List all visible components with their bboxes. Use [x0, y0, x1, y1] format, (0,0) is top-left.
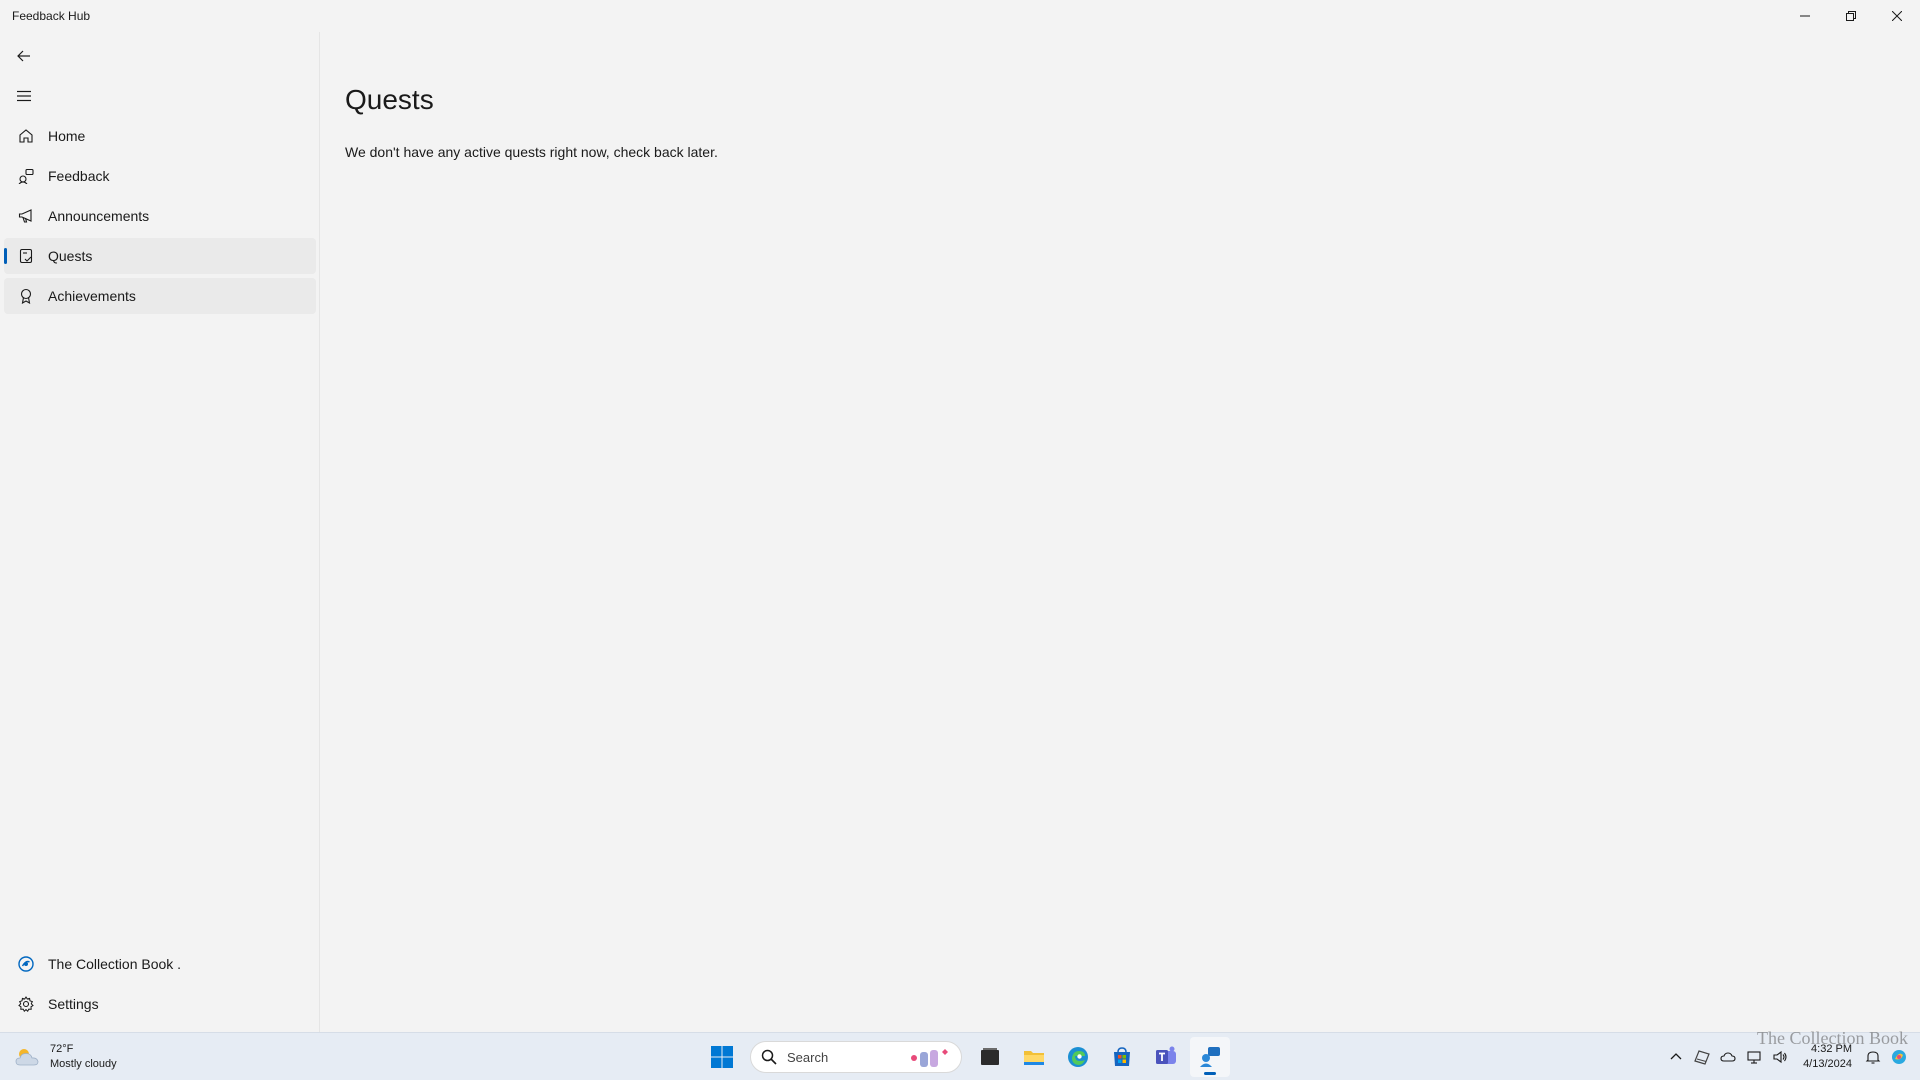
weather-condition: Mostly cloudy [50, 1058, 117, 1070]
sidebar: Home Feedback Announcements Quests Achie… [0, 32, 320, 1032]
book-icon [1694, 1050, 1710, 1065]
sidebar-item-label: Announcements [48, 208, 150, 224]
edge-browser-icon [1068, 1047, 1088, 1067]
window-controls [1782, 0, 1920, 32]
cloud-icon [1720, 1052, 1736, 1062]
account-icon [18, 956, 34, 972]
search-icon [761, 1049, 777, 1065]
menu-button[interactable] [6, 78, 42, 114]
title-bar: Feedback Hub [0, 0, 1920, 32]
show-hidden-icons-button[interactable] [1664, 1045, 1688, 1069]
restore-button[interactable] [1828, 0, 1874, 32]
copilot-icon [1892, 1050, 1906, 1064]
sidebar-item-quests[interactable]: Quests [4, 238, 316, 274]
windows-logo-icon [711, 1046, 733, 1068]
sidebar-item-feedback[interactable]: Feedback [4, 158, 316, 194]
home-icon [18, 128, 34, 144]
taskbar-app-feedback-hub[interactable] [1190, 1037, 1230, 1077]
app-title: Feedback Hub [12, 9, 91, 23]
sidebar-item-label: Settings [48, 996, 99, 1012]
sidebar-item-settings[interactable]: Settings [4, 986, 316, 1022]
taskbar-search[interactable]: Search [750, 1041, 962, 1073]
chevron-up-icon [1670, 1053, 1682, 1060]
taskbar-app-task-view[interactable] [970, 1037, 1010, 1077]
page-title: Quests [345, 84, 434, 115]
sidebar-item-achievements[interactable]: Achievements [4, 278, 316, 314]
feedback-icon [18, 168, 34, 184]
tray-onedrive[interactable] [1716, 1045, 1740, 1069]
start-button[interactable] [702, 1037, 742, 1077]
sidebar-item-label: The Collection Book . [48, 956, 182, 972]
search-highlight-icon [911, 1049, 948, 1067]
minimize-button[interactable] [1782, 0, 1828, 32]
task-view-icon [981, 1048, 999, 1065]
back-arrow-icon [17, 50, 30, 62]
weather-widget[interactable]: 72°F Mostly cloudy [14, 1039, 117, 1075]
feedback-hub-icon [1200, 1047, 1220, 1067]
clock-date: 4/13/2024 [1803, 1058, 1852, 1070]
cloudy-weather-icon [15, 1049, 39, 1066]
minimize-icon [1800, 15, 1810, 17]
weather-temperature: 72°F [50, 1043, 74, 1055]
taskbar-apps: Search [700, 1037, 1232, 1077]
selection-indicator [4, 248, 7, 264]
sidebar-item-announcements[interactable]: Announcements [4, 198, 316, 234]
speaker-icon [1773, 1050, 1787, 1064]
taskbar-app-store[interactable] [1102, 1037, 1142, 1077]
notification-icon [1865, 1051, 1881, 1064]
main-content: Quests We don't have any active quests r… [321, 32, 1920, 1032]
sidebar-item-label: Feedback [48, 168, 110, 184]
taskbar-app-teams[interactable] [1146, 1037, 1186, 1077]
sidebar-item-label: Home [48, 128, 86, 144]
close-icon [1892, 11, 1902, 21]
teams-icon [1156, 1046, 1176, 1064]
quests-icon [18, 248, 34, 264]
store-icon [1114, 1047, 1130, 1066]
hamburger-icon [17, 90, 31, 102]
gear-icon [18, 996, 34, 1012]
sidebar-item-label: Quests [48, 248, 93, 264]
network-icon [1747, 1051, 1761, 1064]
restore-icon [1846, 11, 1856, 21]
taskbar: 72°F Mostly cloudy Search 4:32 PM 4/13/2… [0, 1032, 1920, 1080]
megaphone-icon [18, 208, 34, 224]
sidebar-item-account[interactable]: The Collection Book . [4, 946, 316, 982]
sidebar-item-home[interactable]: Home [4, 118, 316, 154]
watermark-text: The Collection Book [1757, 1028, 1908, 1048]
taskbar-app-edge[interactable] [1058, 1037, 1098, 1077]
search-label: Search [787, 1049, 829, 1065]
sidebar-item-label: Achievements [48, 288, 136, 304]
empty-state-message: We don't have any active quests right no… [345, 144, 718, 160]
ribbon-icon [18, 288, 34, 304]
close-button[interactable] [1874, 0, 1920, 32]
tray-book-app[interactable] [1690, 1045, 1714, 1069]
taskbar-app-file-explorer[interactable] [1014, 1037, 1054, 1077]
folder-icon [1024, 1051, 1044, 1065]
back-button[interactable] [6, 38, 42, 74]
